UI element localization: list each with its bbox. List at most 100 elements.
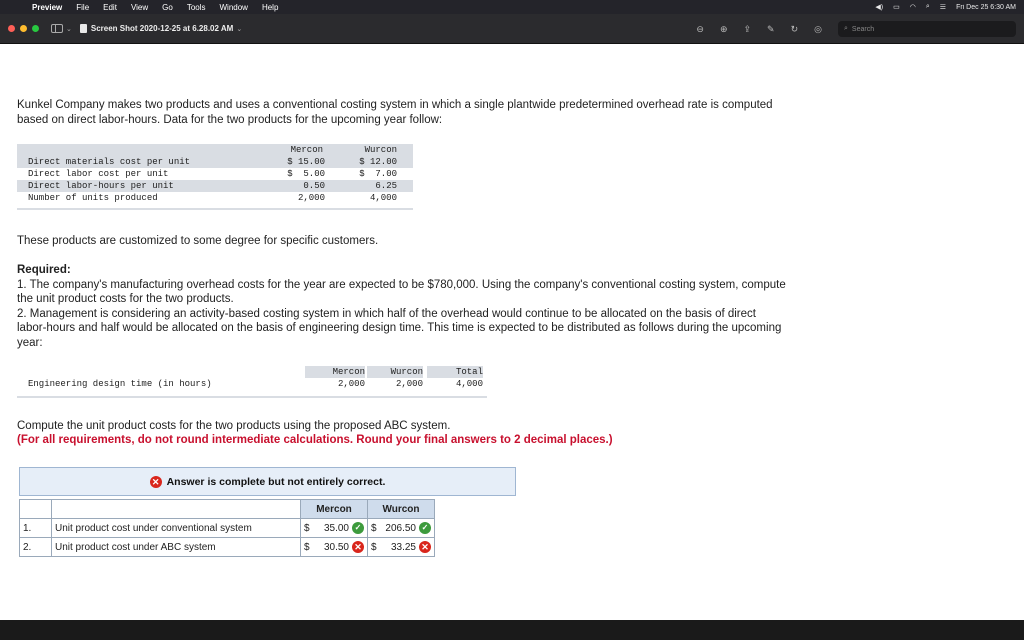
spotlight-icon[interactable]: ⌕ — [926, 3, 930, 11]
mercon-answer-cell[interactable]: $ 35.00 ✓ — [300, 518, 368, 538]
row-label: Number of units produced — [28, 193, 158, 203]
table-row: Direct labor cost per unit $ 5.00 $ 7.00 — [17, 168, 413, 180]
header-blank — [51, 499, 301, 519]
customized-paragraph: These products are customized to some de… — [17, 235, 379, 247]
rounding-note: (For all requirements, do not round inte… — [17, 434, 613, 446]
incorrect-x-icon: ✕ — [352, 541, 364, 553]
search-field[interactable]: ⌕ Search — [838, 21, 1016, 37]
row-label: Direct materials cost per unit — [28, 157, 191, 167]
search-placeholder: Search — [851, 25, 875, 33]
desktop-background — [0, 620, 1024, 640]
header-wurcon: Wurcon — [367, 366, 423, 378]
row-label: Engineering design time (in hours) — [28, 379, 212, 389]
mercon-value: $ 15.00 — [287, 157, 325, 167]
minimize-window-button[interactable] — [20, 25, 27, 32]
engineering-design-table: Mercon Wurcon Total Engineering design t… — [17, 366, 487, 390]
table-row: 2. Unit product cost under ABC system $ … — [19, 537, 435, 557]
menu-app-preview[interactable]: Preview — [32, 3, 62, 12]
wifi-icon[interactable]: ◠ — [910, 3, 916, 11]
status-area: ◀) ▭ ◠ ⌕ ☰ Fri Dec 25 6:30 AM — [875, 0, 1016, 14]
zoom-window-button[interactable] — [32, 25, 39, 32]
title-chevron-icon[interactable]: ⌄ — [236, 25, 242, 33]
menu-view[interactable]: View — [131, 3, 148, 12]
annotate-icon[interactable]: ◎ — [814, 24, 822, 35]
requirement-1: 1. The company's manufacturing overhead … — [17, 278, 786, 306]
total-value: 4,000 — [455, 379, 483, 389]
mercon-value: $ 5.00 — [287, 169, 325, 179]
header-blank — [19, 499, 52, 519]
mercon-value: 2,000 — [297, 193, 325, 203]
table-divider — [17, 396, 487, 398]
table-row: Direct materials cost per unit $ 15.00 $… — [17, 156, 413, 168]
mercon-answer-value[interactable]: 30.50 — [310, 542, 352, 553]
table-row: Engineering design time (in hours) 2,000… — [17, 378, 487, 390]
row-label: Unit product cost under conventional sys… — [51, 518, 301, 538]
wurcon-value: 4,000 — [369, 193, 397, 203]
header-mercon: Mercon — [305, 366, 365, 378]
wurcon-answer-value[interactable]: 33.25 — [377, 542, 419, 553]
answer-status-banner: ✕ Answer is complete but not entirely co… — [19, 467, 516, 496]
document-page: Kunkel Company makes two products and us… — [0, 44, 1024, 620]
product-data-table: Mercon Wurcon Direct materials cost per … — [17, 144, 413, 204]
mercon-answer-cell[interactable]: $ 30.50 ✕ — [300, 537, 368, 557]
table-row: 1. Unit product cost under conventional … — [19, 518, 435, 538]
wurcon-value: 6.25 — [375, 181, 397, 191]
header-mercon: Mercon — [290, 145, 323, 155]
correct-check-icon: ✓ — [419, 522, 431, 534]
sidebar-toggle-icon[interactable] — [51, 24, 63, 33]
row-label: Direct labor cost per unit — [28, 169, 169, 179]
menu-bar: Preview File Edit View Go Tools Window H… — [0, 0, 1024, 14]
correct-check-icon: ✓ — [352, 522, 364, 534]
wurcon-answer-cell[interactable]: $ 33.25 ✕ — [367, 537, 435, 557]
table-divider — [17, 208, 413, 210]
compute-instruction: Compute the unit product costs for the t… — [17, 420, 451, 432]
row-label: Unit product cost under ABC system — [51, 537, 301, 557]
mercon-value: 0.50 — [303, 181, 325, 191]
toolbar-actions: ⊖ ⊕ ⇪ ✎ ↻ ◎ ⌕ Search — [696, 14, 1016, 44]
menu-go[interactable]: Go — [162, 3, 173, 12]
rotate-icon[interactable]: ↻ — [791, 24, 799, 35]
row-number: 2. — [19, 537, 52, 557]
menu-tools[interactable]: Tools — [187, 3, 206, 12]
table-row: Number of units produced 2,000 4,000 — [17, 192, 413, 204]
mercon-value: 2,000 — [337, 379, 365, 389]
chevron-down-icon[interactable]: ⌄ — [66, 25, 72, 33]
wurcon-answer-value[interactable]: 206.50 — [377, 523, 419, 534]
incorrect-x-icon: ✕ — [419, 541, 431, 553]
mercon-answer-value[interactable]: 35.00 — [310, 523, 352, 534]
answer-status-text: Answer is complete but not entirely corr… — [166, 475, 386, 488]
incorrect-icon: ✕ — [149, 475, 162, 488]
intro-paragraph: Kunkel Company makes two products and us… — [17, 99, 773, 126]
required-section: Required: 1. The company's manufacturing… — [17, 263, 787, 350]
header-mercon: Mercon — [300, 499, 368, 519]
product-table-header: Mercon Wurcon — [17, 144, 413, 156]
document-title[interactable]: Screen Shot 2020-12-25 at 6.28.02 AM — [91, 24, 233, 33]
answer-table: Mercon Wurcon 1. Unit product cost under… — [19, 499, 435, 557]
engineering-table-header: Mercon Wurcon Total — [17, 366, 487, 378]
wurcon-answer-cell[interactable]: $ 206.50 ✓ — [367, 518, 435, 538]
menu-file[interactable]: File — [76, 3, 89, 12]
row-label: Direct labor-hours per unit — [28, 181, 174, 191]
menu-help[interactable]: Help — [262, 3, 278, 12]
search-icon: ⌕ — [844, 25, 848, 32]
markup-icon[interactable]: ✎ — [767, 24, 775, 35]
clock[interactable]: Fri Dec 25 6:30 AM — [956, 4, 1016, 11]
close-window-button[interactable] — [8, 25, 15, 32]
zoom-out-icon[interactable]: ⊖ — [696, 24, 704, 35]
window-toolbar: ⌄ Screen Shot 2020-12-25 at 6.28.02 AM ⌄… — [0, 14, 1024, 44]
header-total: Total — [427, 366, 483, 378]
wurcon-value: 2,000 — [395, 379, 423, 389]
menu-window[interactable]: Window — [220, 3, 248, 12]
required-heading: Required: — [17, 264, 71, 276]
control-center-icon[interactable]: ☰ — [940, 3, 946, 11]
header-wurcon: Wurcon — [367, 499, 435, 519]
answer-table-header: Mercon Wurcon — [19, 499, 435, 519]
menu-edit[interactable]: Edit — [103, 3, 117, 12]
zoom-in-icon[interactable]: ⊕ — [720, 24, 728, 35]
battery-icon[interactable]: ▭ — [893, 3, 900, 11]
document-icon — [79, 24, 87, 33]
window-controls — [8, 25, 39, 32]
wurcon-value: $ 12.00 — [359, 157, 397, 167]
share-icon[interactable]: ⇪ — [744, 24, 752, 35]
volume-icon[interactable]: ◀) — [875, 3, 883, 11]
